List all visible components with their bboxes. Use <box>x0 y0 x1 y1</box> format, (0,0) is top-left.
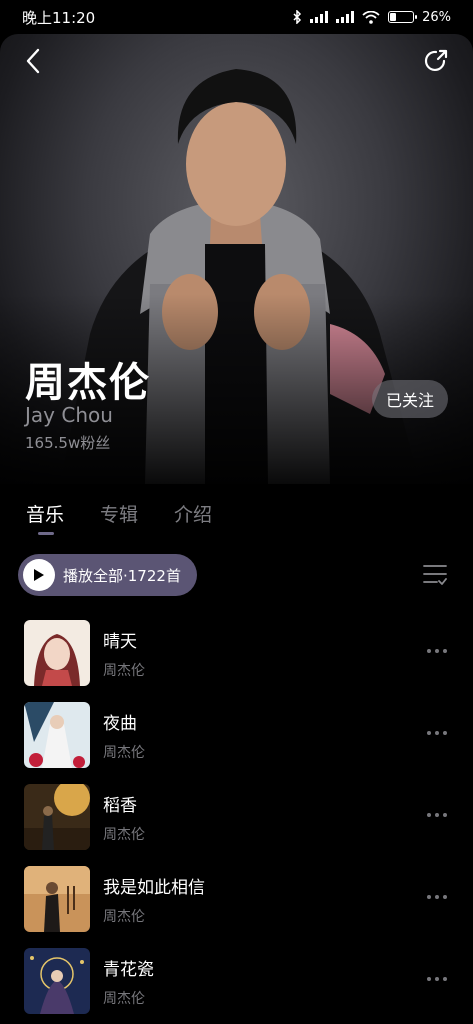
song-artist: 周杰伦 <box>103 662 145 679</box>
sort-list-icon <box>423 565 447 585</box>
song-cover <box>24 866 90 932</box>
song-row[interactable]: 晴天 周杰伦 <box>0 612 473 694</box>
tab-label: 介绍 <box>174 504 213 526</box>
tab-indicator <box>38 532 54 535</box>
status-time: 晚上11:20 <box>22 8 96 27</box>
artist-english-name: Jay Chou <box>25 403 113 427</box>
song-cover <box>24 948 90 1014</box>
more-options-icon[interactable] <box>427 977 447 981</box>
song-title: 青花瓷 <box>103 959 154 980</box>
play-all-label: 播放全部·1722首 <box>63 566 181 585</box>
song-row[interactable]: 青花瓷 周杰伦 <box>0 940 473 1022</box>
song-title: 夜曲 <box>103 713 137 734</box>
signal-icon <box>310 11 329 23</box>
sort-button[interactable] <box>423 562 447 588</box>
more-options-icon[interactable] <box>427 813 447 817</box>
signal-icon-2 <box>336 11 355 23</box>
status-bar: 晚上11:20 26% <box>0 0 473 34</box>
fan-count: 165.5w粉丝 <box>25 434 111 452</box>
tab-albums[interactable]: 专辑 <box>100 500 138 540</box>
tab-intro[interactable]: 介绍 <box>174 500 212 540</box>
share-button[interactable] <box>421 46 451 76</box>
song-cover <box>24 784 90 850</box>
song-title: 我是如此相信 <box>103 877 205 898</box>
tab-label: 音乐 <box>26 504 65 526</box>
more-options-icon[interactable] <box>427 649 447 653</box>
song-artist: 周杰伦 <box>103 744 145 761</box>
back-button[interactable] <box>18 46 48 76</box>
tab-music[interactable]: 音乐 <box>26 500 64 540</box>
bluetooth-icon <box>293 10 302 24</box>
more-options-icon[interactable] <box>427 895 447 899</box>
song-title: 晴天 <box>103 631 137 652</box>
play-icon <box>23 559 55 591</box>
tab-label: 专辑 <box>100 504 139 526</box>
song-row[interactable]: 夜曲 周杰伦 <box>0 694 473 776</box>
song-row[interactable]: 稻香 周杰伦 <box>0 776 473 858</box>
song-artist: 周杰伦 <box>103 908 145 925</box>
battery-icon <box>388 11 418 23</box>
song-title: 稻香 <box>103 795 137 816</box>
song-list: 晴天 周杰伦 夜曲 周杰伦 稻香 周杰伦 我是如此相信 周杰伦 青花瓷 周杰伦 <box>0 612 473 1022</box>
tab-bar: 音乐 专辑 介绍 <box>0 500 473 540</box>
artist-hero: 周杰伦 Jay Chou 165.5w粉丝 已关注 <box>0 34 473 484</box>
more-options-icon[interactable] <box>427 731 447 735</box>
play-all-button[interactable]: 播放全部·1722首 <box>18 554 197 596</box>
artist-name: 周杰伦 <box>25 360 151 406</box>
wifi-icon <box>362 10 380 24</box>
share-icon <box>424 49 448 72</box>
follow-button[interactable]: 已关注 <box>371 380 448 418</box>
song-cover <box>24 702 90 768</box>
song-artist: 周杰伦 <box>103 990 145 1007</box>
status-icons: 26% <box>292 10 451 25</box>
song-cover <box>24 620 90 686</box>
battery-percent: 26% <box>422 9 451 25</box>
song-row[interactable]: 我是如此相信 周杰伦 <box>0 858 473 940</box>
song-artist: 周杰伦 <box>103 826 145 843</box>
chevron-left-icon <box>26 48 40 74</box>
